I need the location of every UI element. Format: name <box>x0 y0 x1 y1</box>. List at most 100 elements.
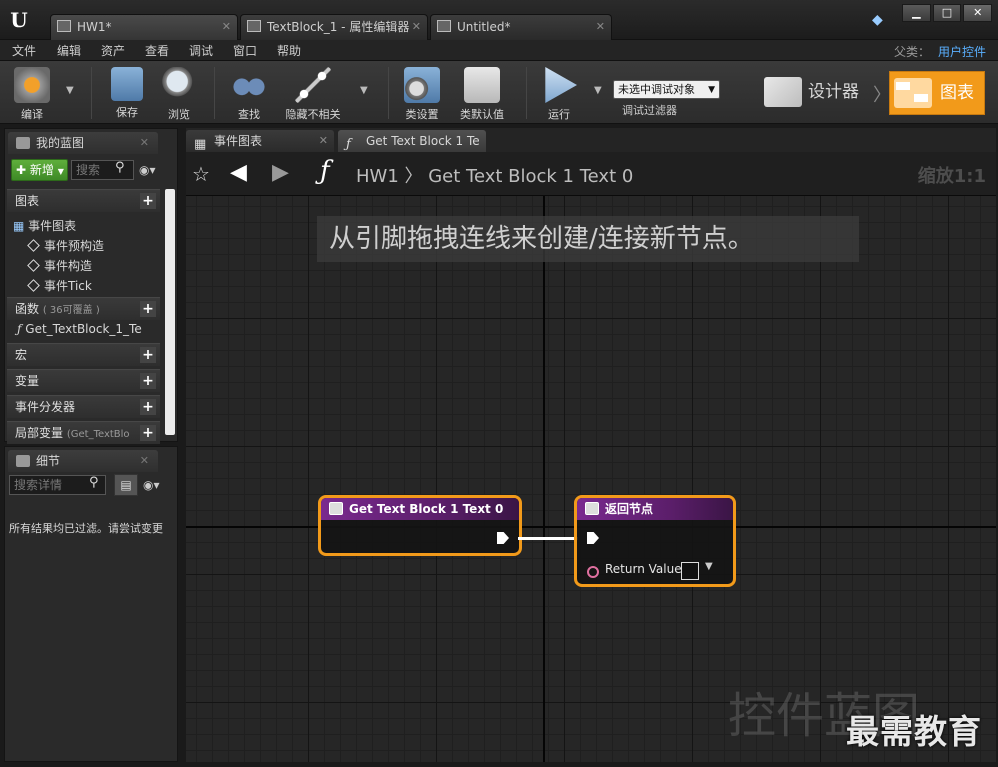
graph-nodes-icon <box>894 78 932 108</box>
maximize-button[interactable]: □ <box>932 4 962 22</box>
tab-label: Get Text Block 1 Te <box>366 134 480 148</box>
close-icon[interactable]: ✕ <box>140 132 149 154</box>
category-variables[interactable]: 变量 + <box>7 369 160 392</box>
hide-unrelated-button[interactable]: 隐藏不相关 <box>280 61 346 123</box>
hint-banner: 从引脚拖拽连线来创建/连接新节点。 <box>317 216 859 262</box>
add-dispatcher-plus-icon[interactable]: + <box>140 399 156 415</box>
category-graphs[interactable]: 图表 + <box>7 189 160 212</box>
menu-window[interactable]: 窗口 <box>233 42 257 59</box>
hide-unrelated-options-arrow-icon[interactable]: ▼ <box>360 85 368 96</box>
run-button[interactable]: 运行 <box>536 61 582 123</box>
save-button[interactable]: 保存 <box>104 61 150 123</box>
compile-options-arrow-icon[interactable]: ▼ <box>66 85 74 96</box>
compile-button[interactable]: 编译 <box>6 61 58 123</box>
star-icon[interactable]: ☆ <box>192 162 210 186</box>
add-function-plus-icon[interactable]: + <box>140 301 156 317</box>
node-title: 返回节点 <box>605 502 654 516</box>
close-icon[interactable]: ✕ <box>140 450 149 472</box>
feedback-icon[interactable]: ◆ <box>872 12 890 28</box>
return-value-pin-icon[interactable] <box>587 566 599 578</box>
menu-debug[interactable]: 调试 <box>189 42 213 59</box>
close-window-button[interactable]: ✕ <box>963 4 993 22</box>
toolbar-separator <box>388 67 389 119</box>
menu-edit[interactable]: 编辑 <box>57 42 81 59</box>
add-new-button[interactable]: ✚ 新增 ▼ <box>11 159 68 181</box>
exec-wire[interactable] <box>518 537 578 540</box>
search-icon[interactable]: ⚲ <box>115 160 133 178</box>
debug-filter-value: 未选中调试对象 <box>618 83 695 96</box>
property-matrix-button[interactable]: ▤ <box>114 474 138 496</box>
close-icon[interactable]: ✕ <box>222 15 231 39</box>
my-blueprint-tab[interactable]: 我的蓝图 <box>8 132 158 154</box>
run-options-arrow-icon[interactable]: ▼ <box>594 85 602 96</box>
category-local-variables[interactable]: 局部变量 (Get_TextBlo + <box>7 421 160 444</box>
class-settings-button[interactable]: 类设置 <box>398 61 446 123</box>
details-panel: 细节 ✕ 搜索详情 ⚲ ▤ ◉▾ 所有结果均已过滤。请尝试变更 <box>4 446 178 762</box>
view-options-eye-icon[interactable]: ◉▾ <box>139 163 156 177</box>
details-tab[interactable]: 细节 <box>8 450 158 472</box>
class-defaults-label: 类默认值 <box>460 108 504 121</box>
add-graph-plus-icon[interactable]: + <box>140 193 156 209</box>
forward-arrow-icon[interactable]: ▶ <box>272 160 289 185</box>
tab-label: 事件图表 <box>214 134 263 148</box>
save-disk-icon <box>111 67 143 101</box>
tab-event-graph[interactable]: ▦ 事件图表 ✕ <box>186 130 334 152</box>
document-tab-hw1[interactable]: HW1* ✕ <box>50 14 238 40</box>
document-tab-property-editor[interactable]: TextBlock_1 - 属性编辑器 ✕ <box>240 14 428 40</box>
hide-unrelated-nodes-icon <box>295 67 331 103</box>
exec-output-pin-icon[interactable] <box>497 532 509 544</box>
event-item-construct[interactable]: 事件构造 <box>27 257 92 274</box>
breadcrumb: HW1 〉 Get Text Block 1 Text 0 <box>356 166 634 187</box>
category-macros[interactable]: 宏 + <box>7 343 160 366</box>
function-item[interactable]: ƒ Get_TextBlock_1_Te <box>17 322 142 336</box>
designer-mode-button[interactable]: 设计器 <box>762 73 872 111</box>
document-tab-untitled[interactable]: Untitled* ✕ <box>430 14 612 40</box>
parent-class-link[interactable]: 用户控件 <box>938 43 986 60</box>
scrollbar[interactable] <box>165 189 175 435</box>
class-defaults-button[interactable]: 类默认值 <box>454 61 510 123</box>
local-variables-scope: (Get_TextBlo <box>66 429 130 440</box>
add-macro-plus-icon[interactable]: + <box>140 347 156 363</box>
event-graph-item[interactable]: ▦ 事件图表 <box>13 217 76 234</box>
event-diamond-icon <box>27 279 40 292</box>
function-label: Get_TextBlock_1_Te <box>25 322 142 336</box>
function-entry-node[interactable]: Get Text Block 1 Text 0 <box>318 495 522 556</box>
back-arrow-icon[interactable]: ◀ <box>230 160 247 185</box>
grid-icon: ▤ <box>120 478 132 492</box>
menu-bar: 文件 编辑 资产 查看 调试 窗口 帮助 父类： 用户控件 <box>0 40 998 61</box>
category-event-dispatchers[interactable]: 事件分发器 + <box>7 395 160 418</box>
event-item-pre-construct[interactable]: 事件预构造 <box>27 237 104 254</box>
menu-file[interactable]: 文件 <box>12 42 36 59</box>
return-node[interactable]: 返回节点 Return Value ▼ <box>574 495 736 587</box>
exec-input-pin-icon[interactable] <box>587 532 599 544</box>
return-value-label: Return Value <box>605 562 682 576</box>
close-icon[interactable]: ✕ <box>412 15 421 39</box>
minimize-button[interactable]: ▁ <box>902 4 931 22</box>
function-icon: ƒ <box>17 322 22 336</box>
view-options-eye-icon[interactable]: ◉▾ <box>143 478 160 492</box>
category-label: 图表 <box>15 194 40 208</box>
graph-tab-bar: ▦ 事件图表 ✕ ƒ Get Text Block 1 Te <box>186 128 996 152</box>
tab-function-graph[interactable]: ƒ Get Text Block 1 Te <box>338 130 486 152</box>
menu-asset[interactable]: 资产 <box>101 42 125 59</box>
find-button[interactable]: 查找 <box>226 61 272 123</box>
designer-label: 设计器 <box>808 82 859 102</box>
close-icon[interactable]: ✕ <box>319 130 328 152</box>
menu-help[interactable]: 帮助 <box>277 42 301 59</box>
graph-mode-button[interactable]: 图表 <box>889 71 985 115</box>
chevron-down-icon[interactable]: ▼ <box>705 561 713 572</box>
add-local-variable-plus-icon[interactable]: + <box>140 425 156 441</box>
browse-button[interactable]: 浏览 <box>156 61 202 123</box>
event-item-tick[interactable]: 事件Tick <box>27 277 92 294</box>
brand-watermark: 最需教育 <box>846 712 982 751</box>
debug-filter-select[interactable]: 未选中调试对象 ▼ <box>613 80 720 99</box>
menu-view[interactable]: 查看 <box>145 42 169 59</box>
close-icon[interactable]: ✕ <box>596 15 605 39</box>
return-value-input[interactable] <box>681 562 699 580</box>
category-functions[interactable]: 函数 ( 36可覆盖 ) + <box>7 297 160 320</box>
event-graph-icon: ▦ <box>13 219 25 233</box>
compile-label: 编译 <box>21 108 43 121</box>
search-icon[interactable]: ⚲ <box>89 475 99 490</box>
add-variable-plus-icon[interactable]: + <box>140 373 156 389</box>
hide-unrelated-label: 隐藏不相关 <box>285 108 341 121</box>
